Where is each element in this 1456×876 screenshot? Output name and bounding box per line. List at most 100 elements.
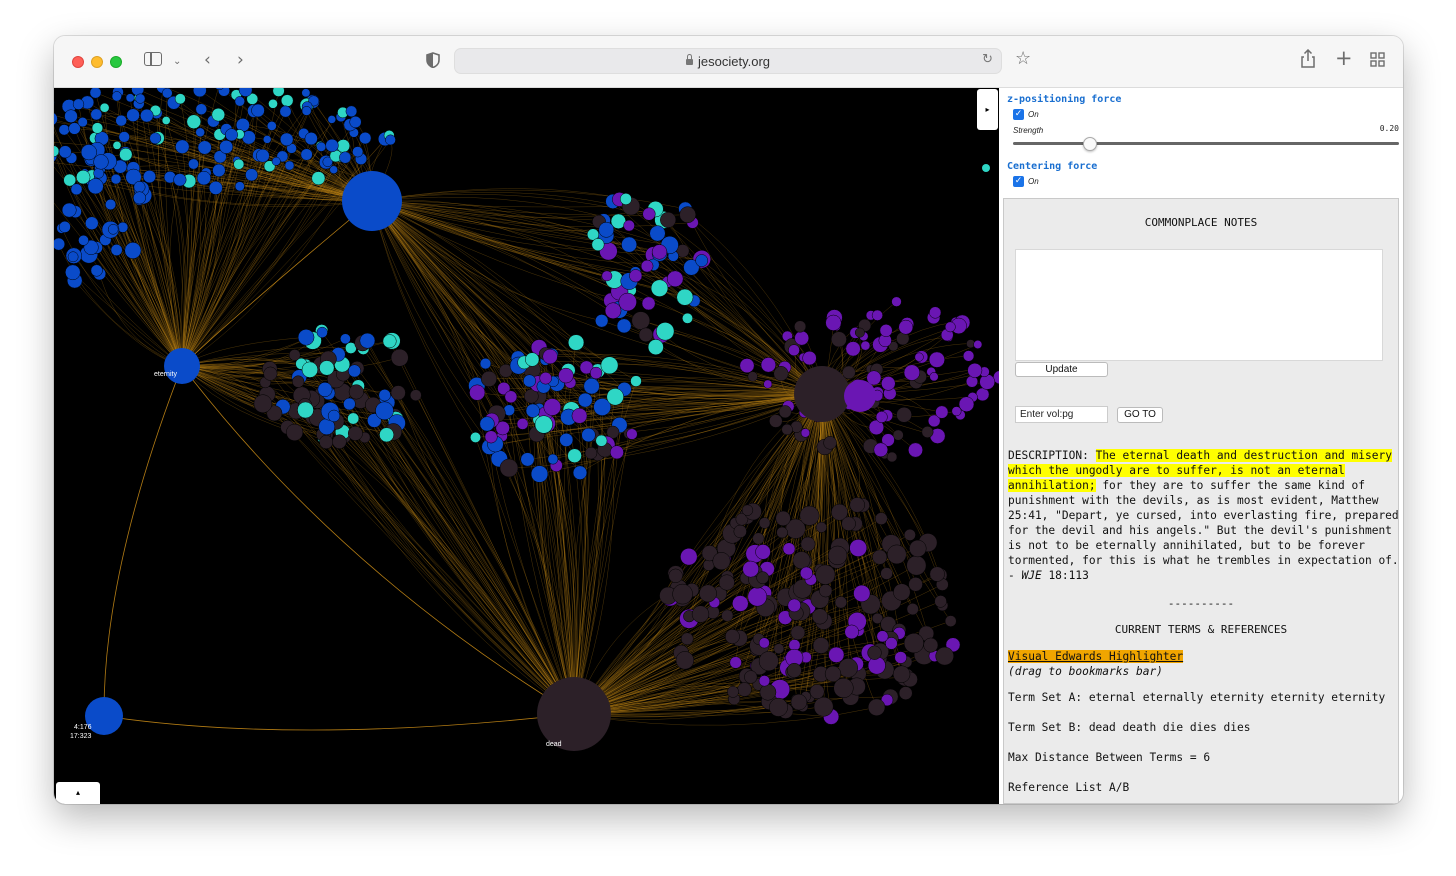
graph-node[interactable] — [80, 144, 97, 161]
graph-node[interactable] — [873, 442, 889, 458]
graph-node[interactable] — [778, 405, 792, 419]
graph-node[interactable] — [208, 180, 223, 195]
graph-node[interactable] — [348, 384, 364, 400]
graph-node[interactable] — [752, 532, 765, 545]
graph-node[interactable] — [775, 510, 791, 527]
graph-node[interactable] — [879, 324, 893, 337]
graph-node[interactable] — [262, 135, 272, 144]
graph-node[interactable] — [769, 414, 783, 428]
minimize-window-button[interactable] — [91, 56, 103, 68]
graph-node[interactable] — [347, 412, 360, 425]
graph-node[interactable] — [973, 340, 983, 349]
graph-node[interactable] — [297, 401, 314, 419]
graph-node[interactable] — [77, 117, 88, 128]
graph-node[interactable] — [316, 326, 328, 338]
graph-node[interactable] — [760, 357, 777, 373]
graph-node[interactable] — [758, 637, 770, 649]
graph-node[interactable] — [928, 351, 945, 368]
graph-node[interactable] — [647, 339, 664, 356]
graph-node[interactable] — [379, 427, 395, 443]
graph-node[interactable] — [604, 302, 622, 319]
graph-node[interactable] — [288, 349, 301, 361]
graph-node[interactable] — [799, 505, 820, 526]
graph-node[interactable] — [668, 568, 683, 583]
graph-node[interactable] — [876, 630, 889, 643]
graph-node[interactable] — [343, 397, 356, 411]
graph-node[interactable] — [758, 517, 771, 529]
graph-node[interactable] — [58, 124, 70, 136]
graph-node[interactable] — [967, 362, 983, 378]
graph-node[interactable] — [834, 596, 848, 609]
graph-node[interactable] — [234, 181, 245, 192]
graph-node[interactable] — [729, 656, 742, 669]
graph-node[interactable] — [470, 431, 481, 443]
graph-node[interactable] — [161, 116, 171, 125]
graph-node[interactable] — [195, 127, 205, 138]
graph-node[interactable] — [572, 465, 588, 480]
graph-node[interactable] — [642, 207, 656, 221]
graph-node[interactable] — [631, 311, 651, 330]
graph-node[interactable] — [815, 521, 827, 533]
graph-node[interactable] — [255, 148, 270, 163]
graph-node[interactable] — [733, 524, 747, 539]
graph-node[interactable] — [841, 516, 856, 531]
graph-node[interactable] — [279, 105, 292, 118]
graph-node[interactable] — [142, 170, 157, 184]
graph-node[interactable] — [54, 145, 60, 158]
graph-node[interactable] — [124, 242, 142, 259]
graph-node[interactable] — [547, 453, 559, 465]
graph-node[interactable] — [90, 264, 103, 277]
graph-node[interactable] — [600, 356, 619, 375]
graph-node[interactable] — [756, 571, 770, 585]
graph-node[interactable] — [253, 394, 273, 413]
graph-node[interactable] — [567, 334, 585, 351]
graph-node[interactable] — [786, 662, 802, 678]
address-bar[interactable]: jesociety.org ↻ — [454, 48, 1002, 74]
graph-node[interactable] — [72, 98, 85, 110]
graph-node[interactable] — [263, 366, 278, 381]
graph-node[interactable] — [845, 341, 861, 357]
graph-node[interactable] — [317, 382, 333, 397]
graph-node[interactable] — [559, 432, 574, 447]
graph-node[interactable] — [867, 645, 882, 660]
graph-node[interactable] — [929, 566, 945, 582]
graph-node[interactable] — [525, 403, 540, 418]
chevron-left-icon[interactable]: ‹ — [204, 50, 211, 70]
graph-node[interactable] — [794, 320, 807, 333]
graph-node[interactable] — [280, 94, 294, 107]
graph-node[interactable] — [349, 115, 362, 129]
graph-node[interactable] — [272, 88, 285, 97]
graph-node[interactable] — [682, 312, 693, 324]
graph-node[interactable] — [598, 221, 615, 238]
graph-node[interactable] — [99, 102, 110, 113]
graph-node[interactable] — [90, 108, 103, 121]
graph-node[interactable] — [119, 147, 133, 162]
graph-node[interactable] — [325, 138, 339, 153]
graph-node[interactable] — [842, 365, 856, 380]
graph-node[interactable] — [61, 202, 77, 218]
network-graph[interactable]: eternity dead 4:176 17:323 — [54, 88, 999, 804]
graph-node[interactable] — [484, 430, 498, 444]
graph-node[interactable] — [616, 318, 632, 334]
graph-node[interactable] — [853, 584, 871, 602]
graph-node[interactable] — [802, 350, 817, 366]
graph-node[interactable] — [174, 93, 186, 105]
graph-node[interactable] — [909, 539, 927, 558]
graph-node[interactable] — [893, 583, 911, 601]
graph-node[interactable] — [286, 423, 304, 441]
graph-node[interactable] — [894, 651, 907, 664]
graph-node[interactable] — [233, 158, 245, 170]
graph-node[interactable] — [268, 98, 278, 109]
graph-node[interactable] — [584, 446, 598, 460]
graph-node[interactable] — [212, 163, 226, 178]
graph-node[interactable] — [186, 114, 202, 129]
graph-node[interactable] — [327, 115, 337, 124]
graph-node[interactable] — [755, 544, 771, 560]
graph-node[interactable] — [744, 670, 758, 684]
graph-node[interactable] — [359, 332, 376, 349]
graph-node[interactable] — [881, 376, 896, 391]
expand-controls-button[interactable]: ▴ — [56, 782, 100, 804]
graph-node[interactable] — [382, 334, 397, 349]
graph-node[interactable] — [601, 270, 613, 282]
graph-node[interactable] — [271, 156, 281, 166]
